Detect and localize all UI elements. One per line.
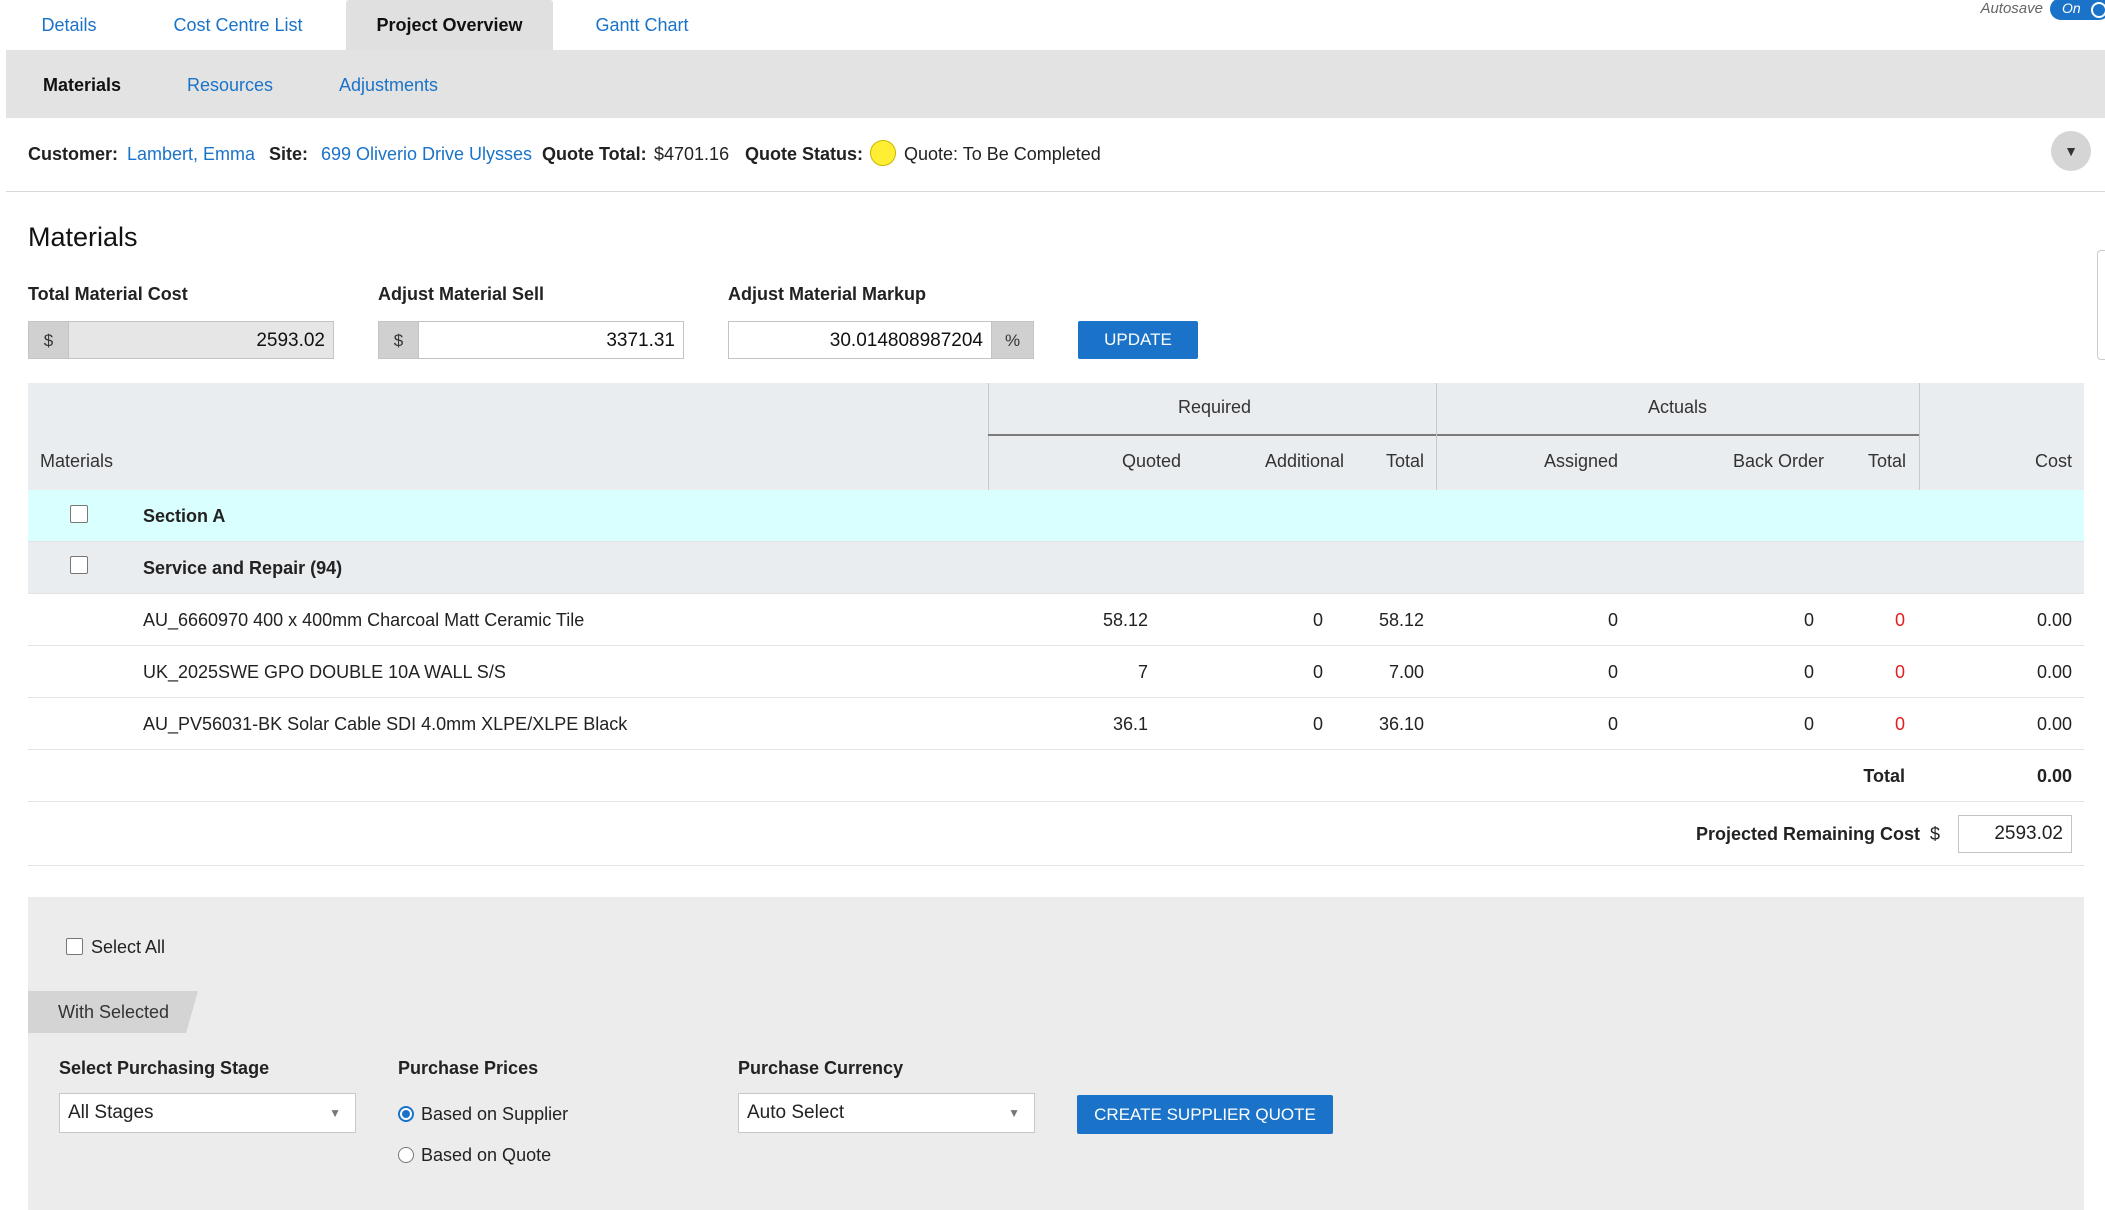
autosave-state: On [2062,0,2081,16]
col-materials-header: Materials [40,451,114,471]
projected-remaining-label: Projected Remaining Cost [1696,824,1921,844]
subtab-adjustments[interactable]: Adjustments [339,50,438,118]
projected-currency: $ [1930,824,1941,844]
currency-addon: $ [28,321,69,359]
group-actuals-header: Actuals [1648,397,1708,417]
item-total: 58.12 [1378,610,1424,630]
group-link[interactable]: Service and Repair (94) [143,558,342,579]
item-actual-total: 0 [1894,610,1905,630]
item-quoted: 7 [1137,662,1148,682]
item-actual-total: 0 [1894,714,1905,734]
adjust-material-sell-label: Adjust Material Sell [378,284,545,304]
purchase-currency-value: Auto Select [747,1102,845,1123]
status-indicator-icon [870,140,896,166]
materials-table-header: Required Actuals Materials Quoted Additi… [28,383,2084,493]
item-quoted: 36.1 [1112,714,1148,734]
with-selected-tab: With Selected [28,991,198,1033]
autosave-label: Autosave [1980,0,2043,17]
group-checkbox[interactable] [70,556,88,574]
site-link[interactable]: 699 Oliverio Drive Ulysses [321,144,532,165]
item-total: 36.10 [1378,714,1424,734]
chevron-down-icon: ▼ [329,1106,341,1120]
group-row: Service and Repair (94) [28,542,2084,594]
percent-addon: % [991,321,1034,359]
adjust-material-sell-input[interactable]: 3371.31 [418,321,684,359]
table-row: AU_PV56031-BK Solar Cable SDI 4.0mm XLPE… [28,698,2084,750]
item-quoted: 58.12 [1102,610,1148,630]
subtab-resources[interactable]: Resources [187,50,273,118]
purchasing-panel: Select All With Selected Select Purchasi… [28,897,2084,1210]
item-name: AU_6660970 400 x 400mm Charcoal Matt Cer… [143,610,585,630]
purchase-prices-label: Purchase Prices [398,1058,539,1078]
sub-tab-bar: Materials Resources Adjustments [6,50,2105,118]
create-supplier-quote-button[interactable]: CREATE SUPPLIER QUOTE [1077,1095,1333,1134]
section-name: Section A [143,506,226,526]
col-quoted-header: Quoted [1121,451,1181,471]
table-footer-total: Total 0.00 [28,750,2084,802]
col-total-header: Total [1385,451,1424,471]
toggle-knob-icon [2091,2,2105,18]
site-label: Site: [269,144,309,164]
section-checkbox[interactable] [70,505,88,523]
footer-total-value: 0.00 [2036,766,2072,786]
price-quote-radio[interactable] [398,1147,414,1163]
quote-status-value: Quote: To Be Completed [904,144,1101,164]
item-assigned: 0 [1607,714,1618,734]
adjust-material-markup-label: Adjust Material Markup [728,284,927,304]
col-cost-header: Cost [2034,451,2072,471]
table-row: UK_2025SWE GPO DOUBLE 10A WALL S/S 7 0 7… [28,646,2084,698]
item-assigned: 0 [1607,610,1618,630]
tab-project-overview[interactable]: Project Overview [346,0,553,50]
total-material-cost-field: 2593.02 [68,321,334,359]
item-actual-total: 0 [1894,662,1905,682]
purchasing-stage-select[interactable]: All Stages ▼ [59,1093,356,1133]
currency-addon: $ [378,321,419,359]
purchase-currency-select[interactable]: Auto Select ▼ [738,1093,1035,1133]
item-name: UK_2025SWE GPO DOUBLE 10A WALL S/S [143,662,506,682]
adjust-material-markup-input[interactable]: 30.014808987204 [728,321,992,359]
purchase-currency-label: Purchase Currency [738,1058,904,1078]
col-back-order-header: Back Order [1732,451,1824,471]
collapse-toggle-button[interactable]: ▼ [2051,131,2091,171]
select-all-checkbox[interactable] [66,938,83,955]
item-total: 7.00 [1388,662,1424,682]
autosave-toggle[interactable]: On [2050,0,2105,20]
tab-cost-centre-list[interactable]: Cost Centre List [158,0,318,50]
customer-link[interactable]: Lambert, Emma [127,144,255,165]
purchasing-stage-label: Select Purchasing Stage [59,1058,270,1078]
select-all-label[interactable]: Select All [91,937,165,958]
project-info-bar: Customer: Lambert, Emma Site: 699 Oliver… [6,118,2105,192]
price-supplier-radio[interactable] [398,1106,414,1122]
subtab-materials[interactable]: Materials [43,50,121,118]
price-supplier-label[interactable]: Based on Supplier [421,1104,568,1125]
tab-gantt-chart[interactable]: Gantt Chart [574,0,710,50]
side-panel-handle[interactable] [2097,250,2105,360]
col-assigned-header: Assigned [1543,451,1618,471]
page-title: Materials [28,222,138,252]
item-cost: 0.00 [2036,610,2072,630]
quote-status-label: Quote Status: [745,144,864,164]
chevron-down-icon: ▼ [2064,143,2078,159]
price-quote-label[interactable]: Based on Quote [421,1145,551,1166]
purchasing-stage-value: All Stages [68,1102,154,1123]
customer-label: Customer: [28,144,119,164]
item-assigned: 0 [1607,662,1618,682]
quote-total-value: $4701.16 [654,144,730,164]
item-cost: 0.00 [2036,714,2072,734]
item-name: AU_PV56031-BK Solar Cable SDI 4.0mm XLPE… [143,714,628,734]
section-row: Section A [28,490,2084,542]
tab-details[interactable]: Details [14,0,124,50]
quote-total-label: Quote Total: [542,144,647,164]
table-row: AU_6660970 400 x 400mm Charcoal Matt Cer… [28,594,2084,646]
col-actual-total-header: Total [1867,451,1906,471]
projected-remaining-input[interactable]: 2593.02 [1958,815,2072,853]
group-required-header: Required [1178,397,1252,417]
total-material-cost-label: Total Material Cost [28,284,188,304]
footer-total-label: Total [1863,766,1905,786]
update-button[interactable]: UPDATE [1078,321,1198,359]
item-cost: 0.00 [2036,662,2072,682]
top-tab-bar: Details Cost Centre List Project Overvie… [0,0,2105,50]
chevron-down-icon: ▼ [1008,1106,1020,1120]
